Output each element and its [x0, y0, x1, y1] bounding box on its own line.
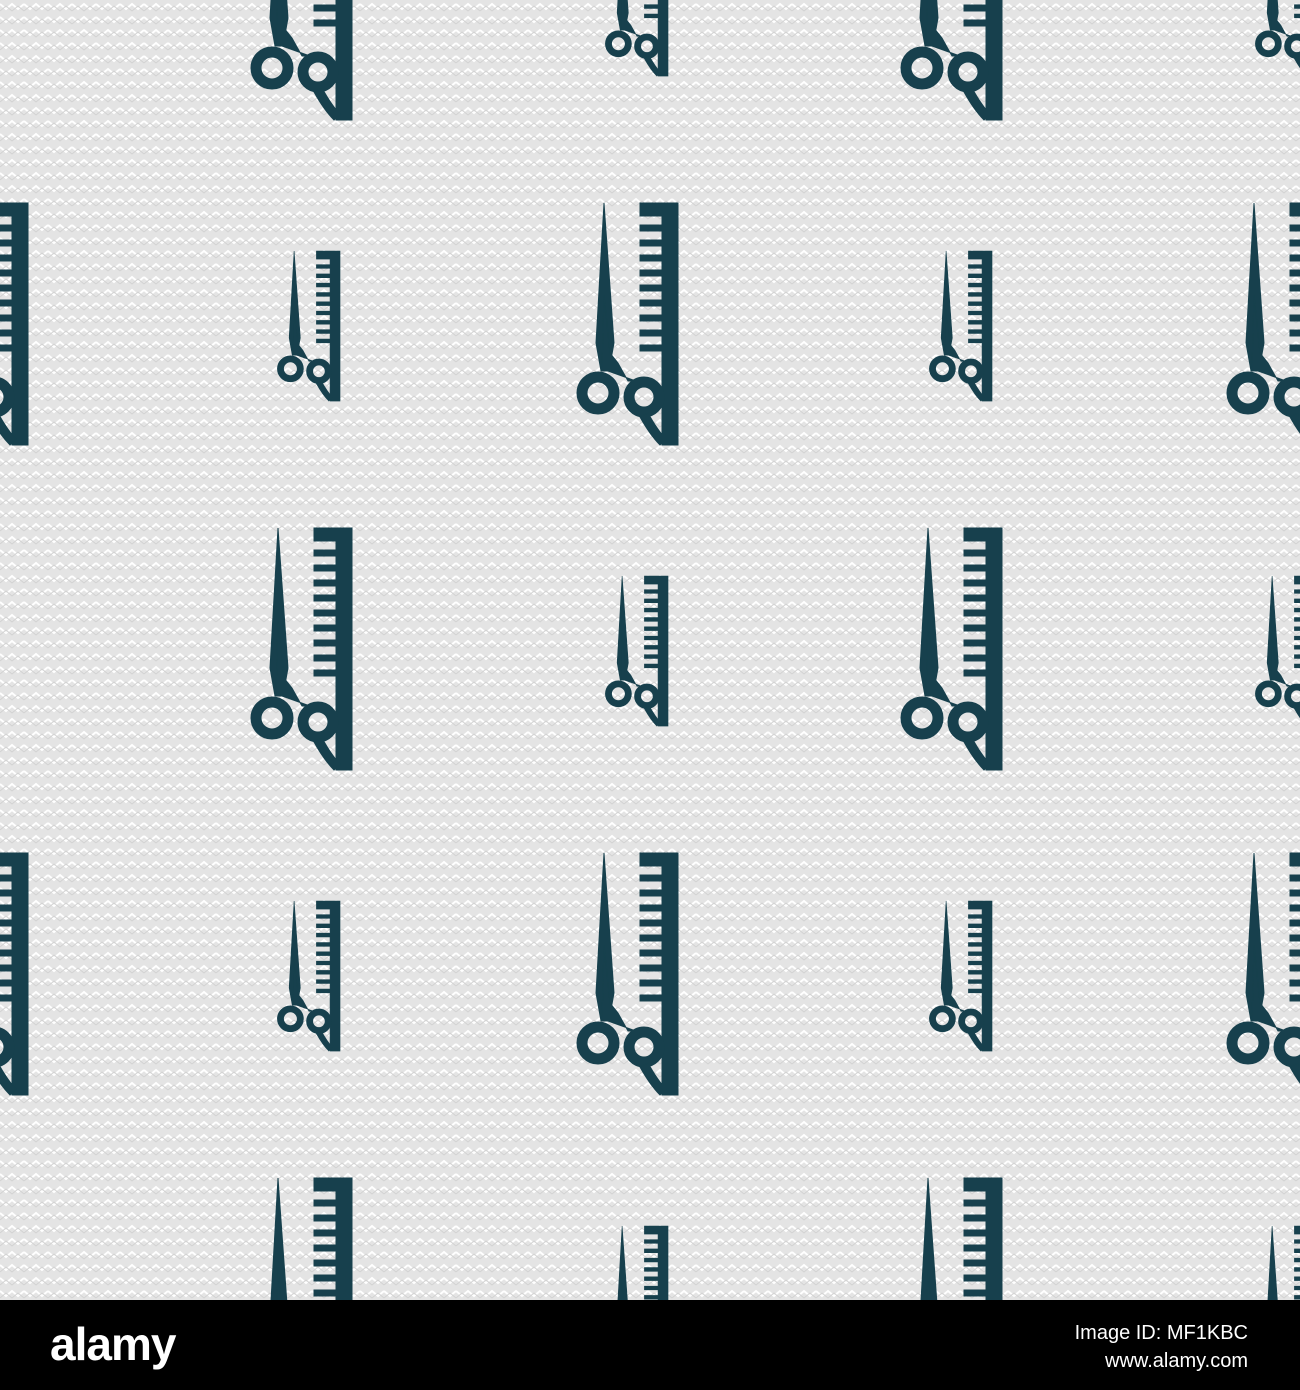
zigzag-texture — [0, 0, 1300, 1300]
brand-logo: alamy — [50, 1318, 176, 1370]
stock-image: alamy Image ID: MF1KBC www.alamy.com — [0, 0, 1300, 1390]
watermark-bar — [0, 1300, 1300, 1390]
seamless-pattern — [0, 0, 1300, 1300]
site-url-label: www.alamy.com — [1105, 1350, 1248, 1372]
pattern-canvas — [0, 0, 1300, 1300]
image-id-label: Image ID: MF1KBC — [1074, 1322, 1248, 1344]
